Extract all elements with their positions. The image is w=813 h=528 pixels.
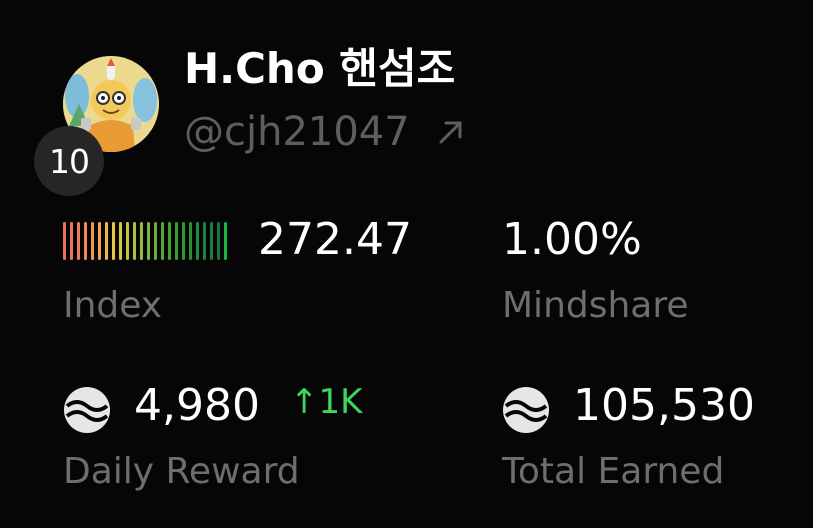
index-bar [140,222,143,260]
daily-reward-value: 4,980 [134,380,260,431]
index-bar [119,222,122,260]
index-bar [168,222,171,260]
index-bar [84,222,87,260]
arrow-up-right-icon [436,110,466,158]
index-value: 272.47 [258,214,412,265]
index-bar [63,222,66,260]
mindshare-label: Mindshare [502,285,689,326]
index-bar [105,222,108,260]
index-label: Index [63,285,163,326]
mindshare-value: 1.00% [502,214,642,265]
rank-badge: 10 [34,126,104,196]
index-bar [175,222,178,260]
index-bar [161,222,164,260]
index-bar [182,222,185,260]
token-icon [63,386,111,438]
index-bar [203,222,206,260]
daily-reward-delta: ↑1K [290,382,363,422]
daily-reward-label: Daily Reward [63,451,300,492]
index-bar [147,222,150,260]
index-level-bars [63,222,227,260]
total-earned-value: 105,530 [573,380,755,431]
index-bar [133,222,136,260]
token-icon [502,386,550,438]
handle-text: @cjh21047 [184,109,410,155]
index-bar [98,222,101,260]
index-bar [217,222,220,260]
index-bar [189,222,192,260]
index-bar [154,222,157,260]
handle-link[interactable]: @cjh21047 [184,108,466,158]
index-bar [70,222,73,260]
total-earned-label: Total Earned [502,451,725,492]
index-bar [112,222,115,260]
index-bar [196,222,199,260]
index-bar [126,222,129,260]
index-bar [224,222,227,260]
display-name: H.Cho 핸섬조 [184,44,456,93]
index-bar [77,222,80,260]
index-bar [210,222,213,260]
index-bar [91,222,94,260]
